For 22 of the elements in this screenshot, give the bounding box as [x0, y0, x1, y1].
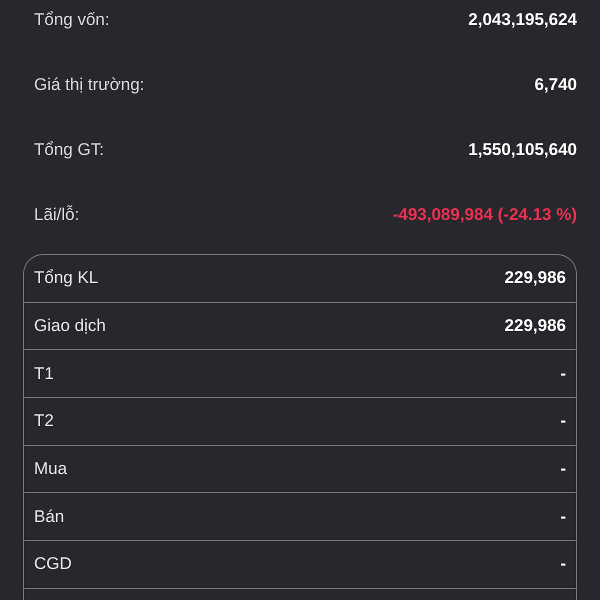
summary-label: Tổng vốn: [34, 10, 110, 30]
row-value: 229,986 [504, 268, 566, 288]
summary-value: 6,740 [534, 75, 577, 95]
row-label: Tổng KL [34, 268, 98, 288]
summary-label: Lãi/lỗ: [34, 205, 80, 225]
row-value: - [560, 459, 566, 480]
summary-label: Tổng GT: [34, 140, 104, 160]
row-value: - [560, 411, 566, 432]
row-label: Mua [34, 459, 68, 480]
summary-label: Giá thị trường: [34, 75, 144, 95]
row-label: Bán [34, 506, 64, 527]
row-value: - [560, 506, 566, 527]
summary-value: 1,550,105,640 [468, 140, 577, 160]
summary-value: -493,089,984 (-24.13 %) [392, 205, 577, 225]
row-label: CGD [34, 554, 72, 574]
row-label: T2 [34, 411, 54, 432]
row-label: T1 [34, 364, 54, 384]
row-value: 229,986 [504, 316, 566, 336]
summary-value: 2,043,195,624 [468, 10, 577, 30]
row-value: - [560, 364, 566, 384]
row-value: - [560, 554, 566, 574]
row-label: Giao dịch [34, 316, 106, 336]
